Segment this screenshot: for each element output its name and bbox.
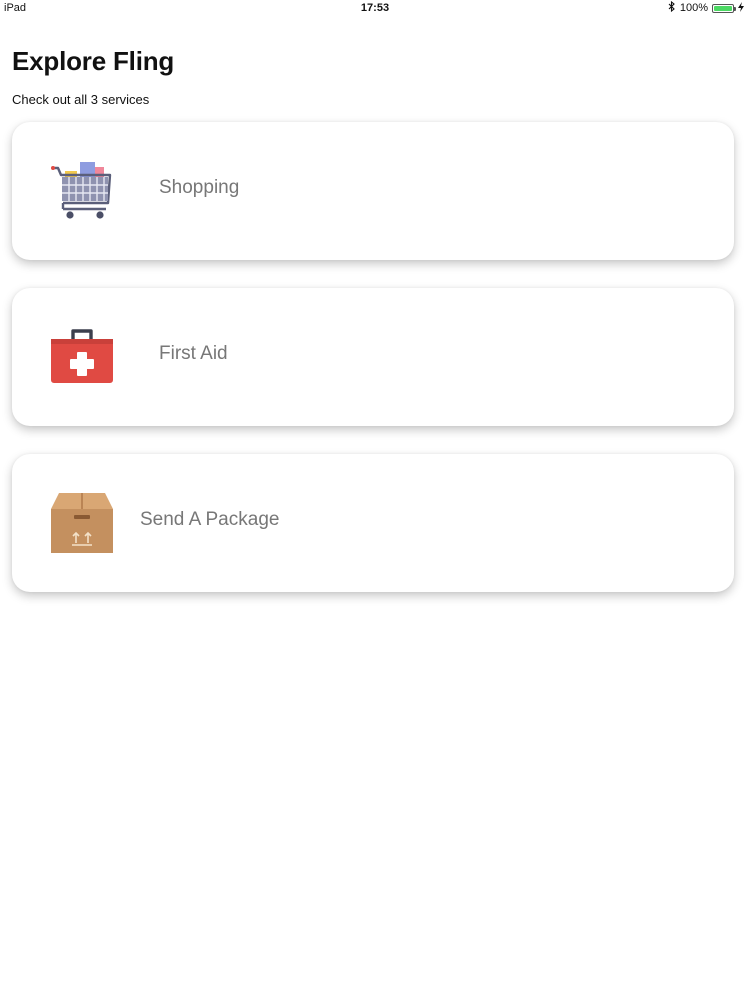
service-card-send-package[interactable]: Send A Package [12,454,734,592]
page-subtitle: Check out all 3 services [12,92,150,107]
service-label-first-aid: First Aid [159,343,228,364]
status-time: 17:53 [360,2,390,14]
battery-icon [712,3,736,13]
shopping-cart-icon [50,159,114,223]
first-aid-kit-icon [50,325,114,389]
bluetooth-icon [668,0,676,15]
service-card-first-aid[interactable]: First Aid [12,288,734,426]
battery-cap [734,6,736,11]
service-card-shopping[interactable]: Shopping [12,122,734,260]
status-right-group: 100% [668,0,744,15]
charging-icon [738,1,744,15]
service-label-shopping: Shopping [159,177,240,198]
page-title: Explore Fling [12,46,175,76]
service-label-send-package: Send A Package [140,509,280,530]
service-list: Shopping First Aid Send A Package [12,122,734,620]
battery-percent: 100% [679,2,708,14]
package-box-icon [50,491,114,555]
battery-fill [714,5,732,11]
status-bar: iPad 17:53 100% [0,0,750,18]
